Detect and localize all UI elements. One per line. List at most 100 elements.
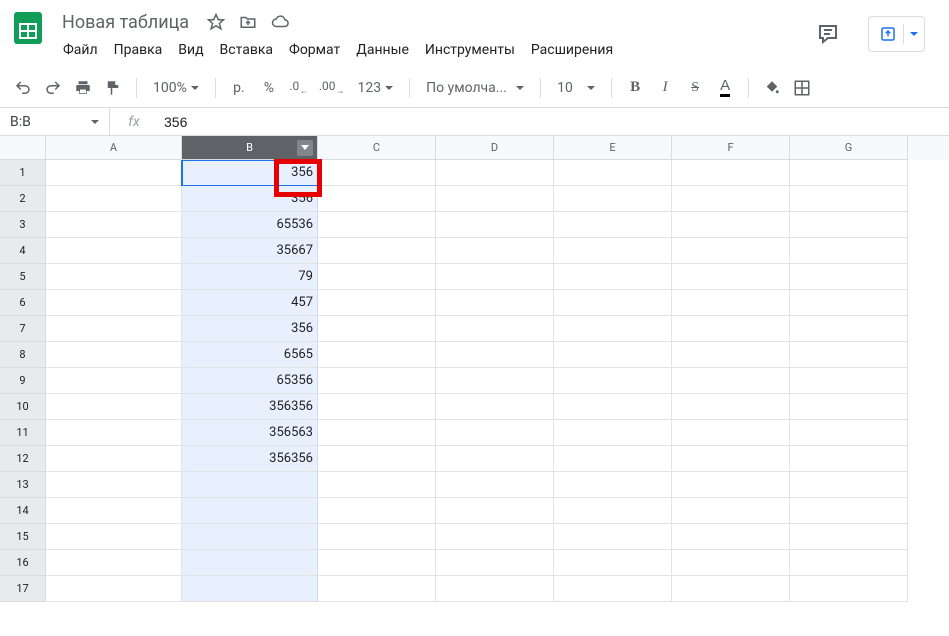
menu-item-инструменты[interactable]: Инструменты	[418, 38, 522, 62]
text-color-button[interactable]: A	[712, 75, 738, 101]
more-formats-dropdown[interactable]: 123	[352, 75, 400, 101]
cell-D16[interactable]	[436, 550, 554, 576]
cell-C15[interactable]	[318, 524, 436, 550]
cell-E9[interactable]	[554, 368, 672, 394]
cell-B7[interactable]: 356	[182, 316, 318, 342]
cell-B17[interactable]	[182, 576, 318, 602]
cell-E5[interactable]	[554, 264, 672, 290]
cell-F5[interactable]	[672, 264, 790, 290]
cell-A12[interactable]	[46, 446, 182, 472]
cell-F2[interactable]	[672, 186, 790, 212]
cell-G17[interactable]	[790, 576, 908, 602]
cell-E17[interactable]	[554, 576, 672, 602]
cell-G11[interactable]	[790, 420, 908, 446]
cell-B15[interactable]	[182, 524, 318, 550]
cell-C11[interactable]	[318, 420, 436, 446]
cell-G7[interactable]	[790, 316, 908, 342]
cloud-status-icon[interactable]	[271, 13, 289, 31]
cell-B2[interactable]: 356	[182, 186, 318, 212]
cell-C12[interactable]	[318, 446, 436, 472]
cell-G12[interactable]	[790, 446, 908, 472]
cell-G4[interactable]	[790, 238, 908, 264]
cell-G5[interactable]	[790, 264, 908, 290]
cell-C3[interactable]	[318, 212, 436, 238]
cell-B12[interactable]: 356356	[182, 446, 318, 472]
cell-E7[interactable]	[554, 316, 672, 342]
cell-C14[interactable]	[318, 498, 436, 524]
cell-E3[interactable]	[554, 212, 672, 238]
cell-D4[interactable]	[436, 238, 554, 264]
row-header-12[interactable]: 12	[0, 446, 46, 472]
row-header-4[interactable]: 4	[0, 238, 46, 264]
column-header-B[interactable]: B	[182, 136, 318, 160]
cell-G3[interactable]	[790, 212, 908, 238]
cell-C17[interactable]	[318, 576, 436, 602]
cell-F14[interactable]	[672, 498, 790, 524]
column-header-D[interactable]: D	[436, 136, 554, 160]
cell-E6[interactable]	[554, 290, 672, 316]
cell-A17[interactable]	[46, 576, 182, 602]
bold-button[interactable]: B	[622, 75, 648, 101]
cell-B16[interactable]	[182, 550, 318, 576]
menu-item-вид[interactable]: Вид	[171, 38, 210, 62]
cell-A16[interactable]	[46, 550, 182, 576]
cell-A15[interactable]	[46, 524, 182, 550]
cell-C6[interactable]	[318, 290, 436, 316]
cell-F7[interactable]	[672, 316, 790, 342]
cell-B13[interactable]	[182, 472, 318, 498]
cell-F17[interactable]	[672, 576, 790, 602]
cell-F9[interactable]	[672, 368, 790, 394]
cell-C13[interactable]	[318, 472, 436, 498]
cell-G13[interactable]	[790, 472, 908, 498]
cell-C10[interactable]	[318, 394, 436, 420]
italic-button[interactable]: I	[652, 75, 678, 101]
cell-G10[interactable]	[790, 394, 908, 420]
column-header-F[interactable]: F	[672, 136, 790, 160]
row-header-6[interactable]: 6	[0, 290, 46, 316]
cell-C7[interactable]	[318, 316, 436, 342]
cell-E16[interactable]	[554, 550, 672, 576]
font-size-dropdown[interactable]: 10	[551, 75, 601, 101]
cell-C8[interactable]	[318, 342, 436, 368]
cell-D3[interactable]	[436, 212, 554, 238]
cell-A2[interactable]	[46, 186, 182, 212]
cell-E12[interactable]	[554, 446, 672, 472]
borders-button[interactable]	[789, 75, 815, 101]
menu-item-формат[interactable]: Формат	[282, 38, 347, 62]
menu-item-правка[interactable]: Правка	[107, 38, 170, 62]
row-header-14[interactable]: 14	[0, 498, 46, 524]
name-box[interactable]: B:B	[0, 108, 110, 135]
zoom-dropdown[interactable]: 100%	[147, 75, 205, 101]
share-button[interactable]	[868, 16, 925, 52]
cell-G9[interactable]	[790, 368, 908, 394]
print-button[interactable]	[70, 75, 96, 101]
doc-title[interactable]: Новая таблица	[56, 12, 195, 33]
paint-format-button[interactable]	[100, 75, 126, 101]
cell-F16[interactable]	[672, 550, 790, 576]
column-header-G[interactable]: G	[790, 136, 908, 160]
cell-D11[interactable]	[436, 420, 554, 446]
menu-item-файл[interactable]: Файл	[56, 38, 105, 62]
column-dropdown-button[interactable]	[297, 140, 313, 156]
cell-E15[interactable]	[554, 524, 672, 550]
cell-B10[interactable]: 356356	[182, 394, 318, 420]
cell-B8[interactable]: 6565	[182, 342, 318, 368]
row-header-7[interactable]: 7	[0, 316, 46, 342]
cell-F1[interactable]	[672, 160, 790, 186]
decrease-decimal-button[interactable]: .0←	[286, 75, 312, 101]
cell-B1[interactable]: 356	[182, 160, 318, 186]
column-header-E[interactable]: E	[554, 136, 672, 160]
cell-D15[interactable]	[436, 524, 554, 550]
strikethrough-button[interactable]: S	[682, 75, 708, 101]
comments-button[interactable]	[808, 14, 848, 54]
row-header-17[interactable]: 17	[0, 576, 46, 602]
cell-F3[interactable]	[672, 212, 790, 238]
cell-E11[interactable]	[554, 420, 672, 446]
cell-E2[interactable]	[554, 186, 672, 212]
cell-D2[interactable]	[436, 186, 554, 212]
row-header-16[interactable]: 16	[0, 550, 46, 576]
fill-color-button[interactable]	[759, 75, 785, 101]
cell-D5[interactable]	[436, 264, 554, 290]
cell-G15[interactable]	[790, 524, 908, 550]
cell-D1[interactable]	[436, 160, 554, 186]
